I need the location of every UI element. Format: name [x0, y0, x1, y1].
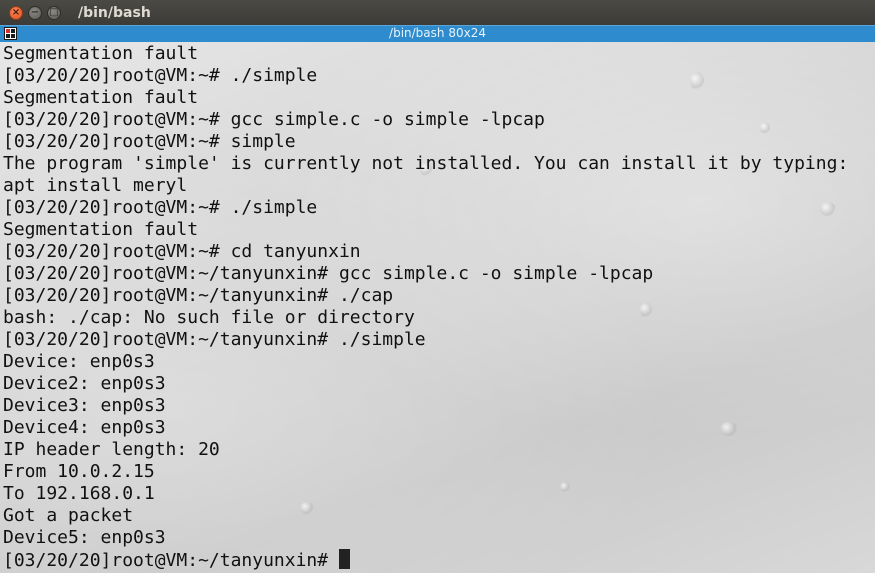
text-cursor: [338, 549, 350, 569]
terminal-line: [03/20/20]root@VM:~/tanyunxin# ./cap: [3, 285, 394, 306]
close-icon: ×: [11, 6, 21, 18]
terminal-line: [03/20/20]root@VM:~# cd tanyunxin: [3, 241, 361, 262]
terminal-area[interactable]: Segmentation fault [03/20/20]root@VM:~# .…: [0, 42, 875, 573]
tab-title: /bin/bash 80x24: [389, 26, 486, 40]
terminal-line: Device5: enp0s3: [3, 527, 166, 548]
terminal-line: [03/20/20]root@VM:~# simple: [3, 131, 296, 152]
tab-bar: /bin/bash 80x24: [0, 25, 875, 42]
terminal-line: Segmentation fault: [3, 87, 199, 108]
terminal-window: × − □ /bin/bash /bin/bash 80x24 Segmenta…: [0, 0, 875, 573]
prompt-text: [03/20/20]root@VM:~/tanyunxin#: [3, 550, 339, 571]
close-button[interactable]: ×: [9, 5, 23, 20]
terminal-line: From 10.0.2.15: [3, 461, 155, 482]
terminal-line: Device: enp0s3: [3, 351, 155, 372]
terminal-line: Device2: enp0s3: [3, 373, 166, 394]
terminal-line: Segmentation fault: [3, 43, 199, 64]
terminal-line: [03/20/20]root@VM:~/tanyunxin# gcc simpl…: [3, 263, 654, 284]
terminal-line: [03/20/20]root@VM:~# ./simple: [3, 197, 318, 218]
terminal-line: The program 'simple' is currently not in…: [3, 153, 849, 174]
terminal-line: apt install meryl: [3, 175, 188, 196]
terminal-line: To 192.168.0.1: [3, 483, 155, 504]
terminal-output: Segmentation fault [03/20/20]root@VM:~# .…: [3, 43, 848, 571]
terminal-line: [03/20/20]root@VM:~# gcc simple.c -o sim…: [3, 109, 545, 130]
terminal-line: bash: ./cap: No such file or directory: [3, 307, 415, 328]
minimize-icon: −: [30, 6, 40, 18]
terminal-line: [03/20/20]root@VM:~# ./simple: [3, 65, 318, 86]
window-title: /bin/bash: [78, 4, 151, 21]
maximize-icon: □: [49, 6, 59, 18]
terminal-line: [03/20/20]root@VM:~/tanyunxin# ./simple: [3, 329, 426, 350]
terminal-line: IP header length: 20: [3, 439, 220, 460]
minimize-button[interactable]: −: [28, 5, 42, 20]
terminal-line: Segmentation fault: [3, 219, 199, 240]
prompt-line[interactable]: [03/20/20]root@VM:~/tanyunxin#: [3, 549, 848, 571]
terminal-line: Got a packet: [3, 505, 134, 526]
title-bar[interactable]: × − □ /bin/bash: [0, 0, 875, 25]
terminal-line: Device4: enp0s3: [3, 417, 166, 438]
terminal-line: Device3: enp0s3: [3, 395, 166, 416]
maximize-button[interactable]: □: [47, 5, 61, 20]
